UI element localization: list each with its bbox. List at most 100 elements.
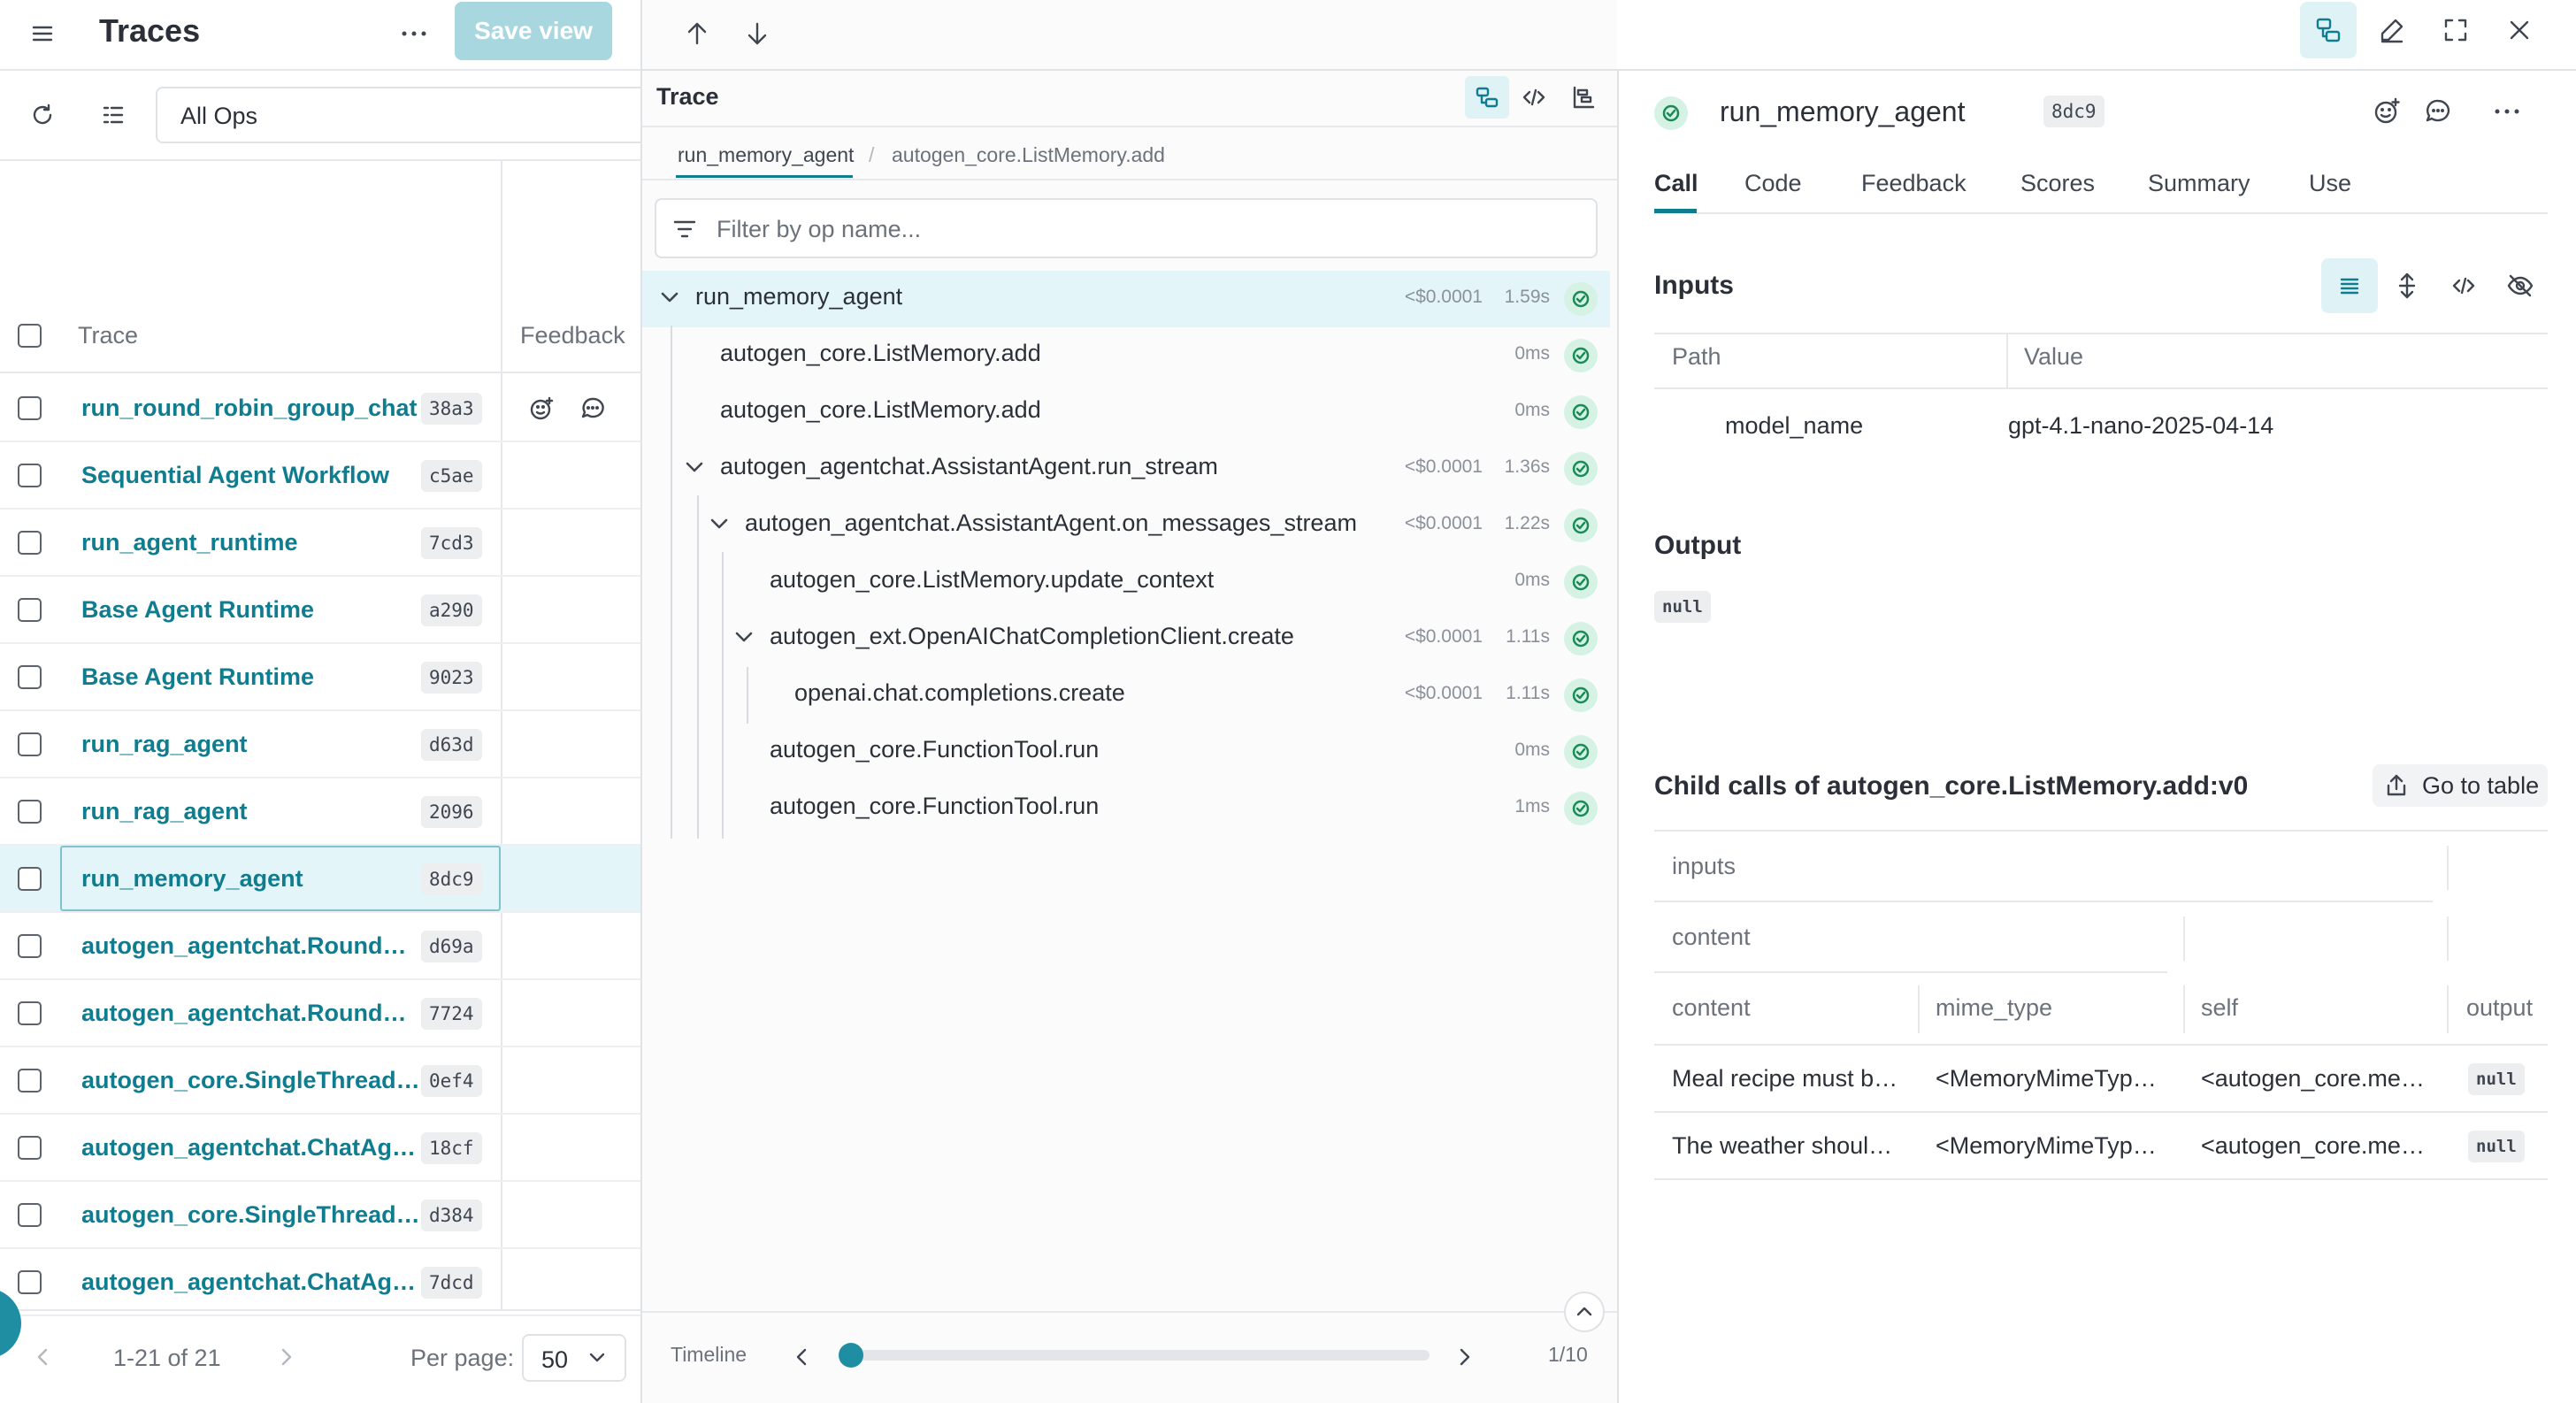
list-view-icon[interactable]: [2321, 258, 2378, 313]
tab-summary[interactable]: Summary: [2148, 170, 2250, 197]
timeline-slider-thumb[interactable]: [839, 1343, 863, 1368]
arrow-up-icon[interactable]: [676, 12, 718, 55]
tab-use[interactable]: Use: [2309, 170, 2351, 197]
fullscreen-icon[interactable]: [2434, 9, 2477, 51]
more-options-icon[interactable]: [393, 12, 435, 55]
table-row[interactable]: autogen_core.SingleThread… 0ef4: [0, 1047, 640, 1115]
table-row[interactable]: Base Agent Runtime a290: [0, 577, 640, 644]
col-output-header[interactable]: output: [2466, 994, 2533, 1022]
row-checkbox[interactable]: [18, 598, 42, 622]
trace-name-link[interactable]: Base Agent Runtime: [81, 663, 314, 691]
col-content-header[interactable]: content: [1672, 994, 1751, 1022]
trace-name-link[interactable]: Sequential Agent Workflow: [81, 462, 389, 489]
chevron-down-icon[interactable]: [683, 456, 706, 478]
row-checkbox[interactable]: [18, 1270, 42, 1294]
trace-name-link[interactable]: run_rag_agent: [81, 731, 248, 758]
row-checkbox[interactable]: [18, 1069, 42, 1092]
col-self-header[interactable]: self: [2201, 994, 2238, 1022]
trace-name-link[interactable]: Base Agent Runtime: [81, 596, 314, 624]
add-note-icon[interactable]: [575, 391, 610, 426]
table-row[interactable]: Meal recipe must b… <MemoryMimeTyp… <autog…: [1654, 1046, 2548, 1113]
table-row[interactable]: run_memory_agent 8dc9: [0, 846, 640, 913]
table-row[interactable]: run_agent_runtime 7cd3: [0, 510, 640, 577]
call-more-icon[interactable]: [2488, 92, 2526, 131]
tree-node[interactable]: autogen_core.ListMemory.update_context 0m…: [642, 554, 1610, 610]
table-row[interactable]: Base Agent Runtime 9023: [0, 644, 640, 711]
code-view-icon[interactable]: [1513, 76, 1555, 119]
table-row[interactable]: autogen_agentchat.Round… d69a: [0, 913, 640, 980]
row-checkbox[interactable]: [18, 464, 42, 487]
tab-call[interactable]: Call: [1654, 170, 1698, 197]
arrow-down-icon[interactable]: [736, 12, 778, 55]
row-checkbox[interactable]: [18, 1136, 42, 1160]
tree-node[interactable]: openai.chat.completions.create <$0.0001 1.…: [642, 667, 1610, 724]
table-row[interactable]: The weather shoul… <MemoryMimeTyp… <autoge…: [1654, 1113, 2548, 1180]
menu-icon[interactable]: [21, 12, 64, 55]
timeline-view-icon[interactable]: [1562, 76, 1605, 119]
col-feedback-header[interactable]: Feedback: [520, 322, 625, 349]
prev-page-icon[interactable]: [25, 1339, 60, 1375]
tab-feedback[interactable]: Feedback: [1861, 170, 1966, 197]
breadcrumb-root[interactable]: run_memory_agent: [678, 143, 854, 167]
chevron-down-icon[interactable]: [708, 513, 731, 534]
row-checkbox[interactable]: [18, 867, 42, 891]
col-mime-type-header[interactable]: mime_type: [1936, 994, 2052, 1022]
call-note-icon[interactable]: [2419, 92, 2457, 131]
edit-icon[interactable]: [2371, 9, 2413, 51]
close-icon[interactable]: [2498, 9, 2541, 51]
row-checkbox[interactable]: [18, 396, 42, 420]
trace-name-link[interactable]: autogen_core.SingleThread…: [81, 1067, 420, 1094]
tree-node[interactable]: autogen_core.ListMemory.add 0ms: [642, 384, 1610, 441]
table-row[interactable]: run_rag_agent 2096: [0, 778, 640, 846]
trace-name-link[interactable]: run_agent_runtime: [81, 529, 298, 556]
next-page-icon[interactable]: [269, 1339, 304, 1375]
split-view-icon[interactable]: [2300, 2, 2357, 58]
hide-icon[interactable]: [2498, 264, 2542, 308]
row-checkbox[interactable]: [18, 665, 42, 689]
call-reaction-icon[interactable]: [2367, 92, 2406, 131]
timeline-next-icon[interactable]: [1447, 1339, 1483, 1375]
go-to-table-button[interactable]: Go to table: [2373, 764, 2548, 807]
tree-node[interactable]: autogen_core.ListMemory.add 0ms: [642, 327, 1610, 384]
breadcrumb-current[interactable]: autogen_core.ListMemory.add: [892, 143, 1165, 167]
table-row[interactable]: autogen_agentchat.ChatAg… 18cf: [0, 1115, 640, 1182]
trace-name-link[interactable]: autogen_agentchat.ChatAg…: [81, 1269, 416, 1296]
tree-node[interactable]: autogen_agentchat.AssistantAgent.on_mess…: [642, 497, 1610, 554]
trace-name-link[interactable]: autogen_agentchat.Round…: [81, 1000, 407, 1027]
op-name-filter[interactable]: Filter by op name...: [655, 198, 1598, 258]
chevron-down-icon[interactable]: [732, 626, 755, 648]
tree-view-icon[interactable]: [1465, 76, 1509, 119]
row-checkbox[interactable]: [18, 1001, 42, 1025]
row-checkbox[interactable]: [18, 1203, 42, 1227]
tab-code[interactable]: Code: [1744, 170, 1802, 197]
tree-node[interactable]: autogen_agentchat.AssistantAgent.run_str…: [642, 441, 1610, 497]
tab-scores[interactable]: Scores: [2020, 170, 2095, 197]
row-checkbox[interactable]: [18, 934, 42, 958]
tree-node[interactable]: autogen_core.FunctionTool.run 0ms: [642, 724, 1610, 780]
timeline-slider-track[interactable]: [849, 1350, 1430, 1361]
timeline-prev-icon[interactable]: [784, 1339, 819, 1375]
chevron-down-icon[interactable]: [658, 287, 681, 308]
add-reaction-icon[interactable]: [524, 391, 559, 426]
tree-node[interactable]: autogen_core.FunctionTool.run 1ms: [642, 780, 1610, 837]
trace-name-link[interactable]: autogen_agentchat.Round…: [81, 932, 407, 960]
select-all-checkbox[interactable]: [18, 324, 42, 348]
row-checkbox[interactable]: [18, 800, 42, 824]
table-row[interactable]: run_rag_agent d63d: [0, 711, 640, 778]
trace-name-link[interactable]: autogen_agentchat.ChatAg…: [81, 1134, 416, 1162]
trace-name-link[interactable]: autogen_core.SingleThread…: [81, 1201, 420, 1229]
expand-vertical-icon[interactable]: [2385, 264, 2429, 308]
columns-icon[interactable]: [92, 94, 134, 136]
refresh-icon[interactable]: [21, 94, 64, 136]
table-row[interactable]: autogen_agentchat.Round… 7724: [0, 980, 640, 1047]
save-view-button[interactable]: Save view: [455, 2, 612, 60]
per-page-select[interactable]: 50: [522, 1334, 626, 1382]
table-row[interactable]: autogen_agentchat.ChatAg… 7dcd: [0, 1249, 640, 1316]
row-checkbox[interactable]: [18, 732, 42, 756]
trace-name-link[interactable]: run_rag_agent: [81, 798, 248, 825]
tree-node[interactable]: autogen_ext.OpenAIChatCompletionClient.c…: [642, 610, 1610, 667]
table-row[interactable]: Sequential Agent Workflow c5ae: [0, 442, 640, 510]
tree-node[interactable]: run_memory_agent <$0.0001 1.59s: [642, 271, 1610, 327]
trace-name-link[interactable]: run_round_robin_group_chat: [81, 395, 418, 422]
row-checkbox[interactable]: [18, 531, 42, 555]
